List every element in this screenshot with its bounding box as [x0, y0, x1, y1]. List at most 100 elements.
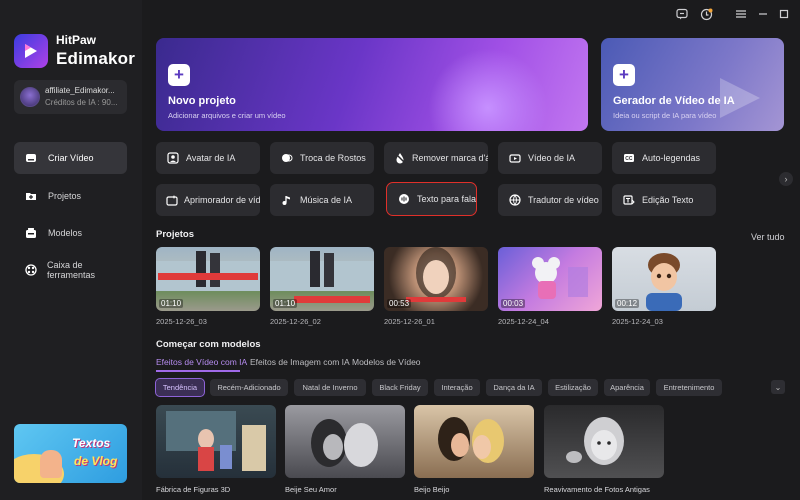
music-icon: [280, 193, 294, 207]
tool-label: Remover marca d'água: [412, 153, 488, 163]
tool-label: Tradutor de vídeo: [528, 195, 599, 205]
tool-aprimorador-video[interactable]: Aprimorador de vídeo: [156, 184, 260, 216]
hero-decoration: [428, 48, 548, 131]
project-thumbnail[interactable]: 01:10: [270, 247, 374, 311]
chip-aparencia[interactable]: Aparência: [604, 379, 650, 396]
account-card[interactable]: affiliate_Edimakor... Créditos de IA : 9…: [14, 80, 127, 114]
active-tab-indicator: [156, 370, 240, 372]
template-name: Beije Seu Amor: [285, 485, 337, 494]
plus-icon: +: [613, 64, 635, 86]
app-logo: [14, 34, 48, 68]
create-video-icon: [24, 151, 38, 165]
menu-icon[interactable]: [733, 6, 749, 22]
project-duration: 01:10: [273, 299, 298, 308]
template-thumbnail: [311, 419, 378, 467]
ai-credits: Créditos de IA : 90...: [45, 98, 118, 107]
toolbox-icon: [24, 263, 37, 277]
feedback-icon[interactable]: [674, 6, 690, 22]
brand-name-line2: Edimakor: [56, 49, 136, 68]
chip-recem-adicionado[interactable]: Recém-Adicionado: [210, 379, 288, 396]
tool-label: Avatar de IA: [186, 153, 236, 163]
minimize-icon[interactable]: [755, 6, 771, 22]
plus-icon: +: [168, 64, 190, 86]
tool-avatar-ia[interactable]: Avatar de IA: [156, 142, 260, 174]
project-date: 2025-12-26_03: [156, 317, 207, 326]
generator-title: Gerador de Vídeo de IA: [613, 95, 735, 107]
chip-estilizacao[interactable]: Estilização: [548, 379, 598, 396]
tool-musica-ia[interactable]: Música de IA: [270, 184, 374, 216]
brand-name-line1: HitPaw: [56, 33, 97, 47]
avatar-icon: [166, 151, 180, 165]
nav-caixa-ferramentas[interactable]: Caixa de ferramentas: [14, 254, 127, 286]
project-date: 2025-12-26_02: [270, 317, 321, 326]
project-thumbnail[interactable]: 00:12: [612, 247, 716, 311]
captions-icon: CC: [622, 151, 636, 165]
template-card[interactable]: [156, 405, 276, 478]
nav-label: Modelos: [48, 228, 83, 238]
tool-auto-legendas[interactable]: CC Auto-legendas: [612, 142, 716, 174]
chip-interacao[interactable]: Interação: [434, 379, 480, 396]
project-duration: 00:53: [387, 299, 412, 308]
app-window: HitPaw Edimakor affiliate_Edimakor... Cr…: [0, 0, 800, 500]
template-thumbnail: [166, 411, 266, 471]
tab-efeitos-video[interactable]: Efeitos de Vídeo com IA: [156, 357, 247, 367]
project-date: 2025-12-24_04: [498, 317, 549, 326]
tool-video-ia[interactable]: Vídeo de IA: [498, 142, 602, 174]
template-name: Beijo Beijo: [414, 485, 450, 494]
avatar: [20, 87, 40, 107]
chip-danca-ia[interactable]: Dança da IA: [486, 379, 542, 396]
tool-label: Auto-legendas: [642, 153, 701, 163]
tab-modelos-video[interactable]: Modelos de Vídeo: [352, 357, 421, 367]
account-name: affiliate_Edimakor...: [45, 86, 115, 95]
promo-title-line2: de Vlog: [74, 454, 118, 468]
notification-icon[interactable]: [698, 6, 714, 22]
tab-efeitos-imagem[interactable]: Efeitos de Imagem com IA: [250, 357, 350, 367]
svg-text:CC: CC: [625, 156, 633, 162]
project-date: 2025-12-24_03: [612, 317, 663, 326]
tool-remover-marca[interactable]: Remover marca d'água: [384, 142, 488, 174]
chip-entretenimento[interactable]: Entretenimento: [656, 379, 722, 396]
see-all-link[interactable]: Ver tudo: [751, 232, 785, 242]
enhancer-icon: [166, 193, 178, 207]
tool-edicao-texto[interactable]: Edição Texto: [612, 184, 716, 216]
folder-icon: [24, 189, 38, 203]
project-thumbnail[interactable]: 00:03: [498, 247, 602, 311]
project-thumbnail[interactable]: 00:53: [384, 247, 488, 311]
tool-label: Texto para fala: [416, 194, 476, 204]
projects-title: Projetos: [156, 229, 195, 240]
project-duration: 01:10: [159, 299, 184, 308]
ai-video-icon: [508, 151, 522, 165]
nav-criar-video[interactable]: Criar Vídeo: [14, 142, 127, 174]
project-thumbnail[interactable]: 01:10: [156, 247, 260, 311]
tool-troca-rostos[interactable]: Troca de Rostos: [270, 142, 374, 174]
tool-label: Troca de Rostos: [300, 153, 366, 163]
tool-label: Vídeo de IA: [528, 153, 576, 163]
tool-tradutor-video[interactable]: Tradutor de vídeo: [498, 184, 602, 216]
new-project-subtitle: Adicionar arquivos e criar um vídeo: [168, 111, 286, 120]
chip-natal-inverno[interactable]: Natal de Inverno: [294, 379, 366, 396]
template-card[interactable]: [544, 405, 664, 478]
nav-label: Criar Vídeo: [48, 153, 94, 163]
maximize-icon[interactable]: [776, 6, 792, 22]
watermark-remove-icon: [394, 151, 406, 165]
sidebar: HitPaw Edimakor affiliate_Edimakor... Cr…: [0, 0, 142, 500]
project-date: 2025-12-26_01: [384, 317, 435, 326]
promo-banner[interactable]: Textos de Vlog: [14, 424, 127, 483]
chip-black-friday[interactable]: Black Friday: [372, 379, 428, 396]
ai-video-generator-card[interactable]: + Gerador de Vídeo de IA Ideia ou script…: [601, 38, 784, 131]
chevron-down-icon[interactable]: ⌄: [771, 380, 785, 394]
scroll-right-icon[interactable]: ›: [779, 172, 793, 186]
face-swap-icon: [280, 151, 294, 165]
nav-modelos[interactable]: Modelos: [14, 217, 127, 249]
translate-icon: [508, 193, 522, 207]
template-card[interactable]: [285, 405, 405, 478]
tool-texto-para-fala[interactable]: Texto para fala: [386, 182, 477, 216]
chip-tendencia[interactable]: Tendência: [155, 378, 205, 397]
template-card[interactable]: [414, 405, 534, 478]
template-name: Fábrica de Figuras 3D: [156, 485, 231, 494]
nav-projetos[interactable]: Projetos: [14, 180, 127, 212]
tool-label: Música de IA: [300, 195, 353, 205]
template-name: Reavivamento de Fotos Antigas: [544, 485, 650, 494]
project-duration: 00:12: [615, 299, 640, 308]
new-project-card[interactable]: + Novo projeto Adicionar arquivos e cria…: [156, 38, 588, 131]
